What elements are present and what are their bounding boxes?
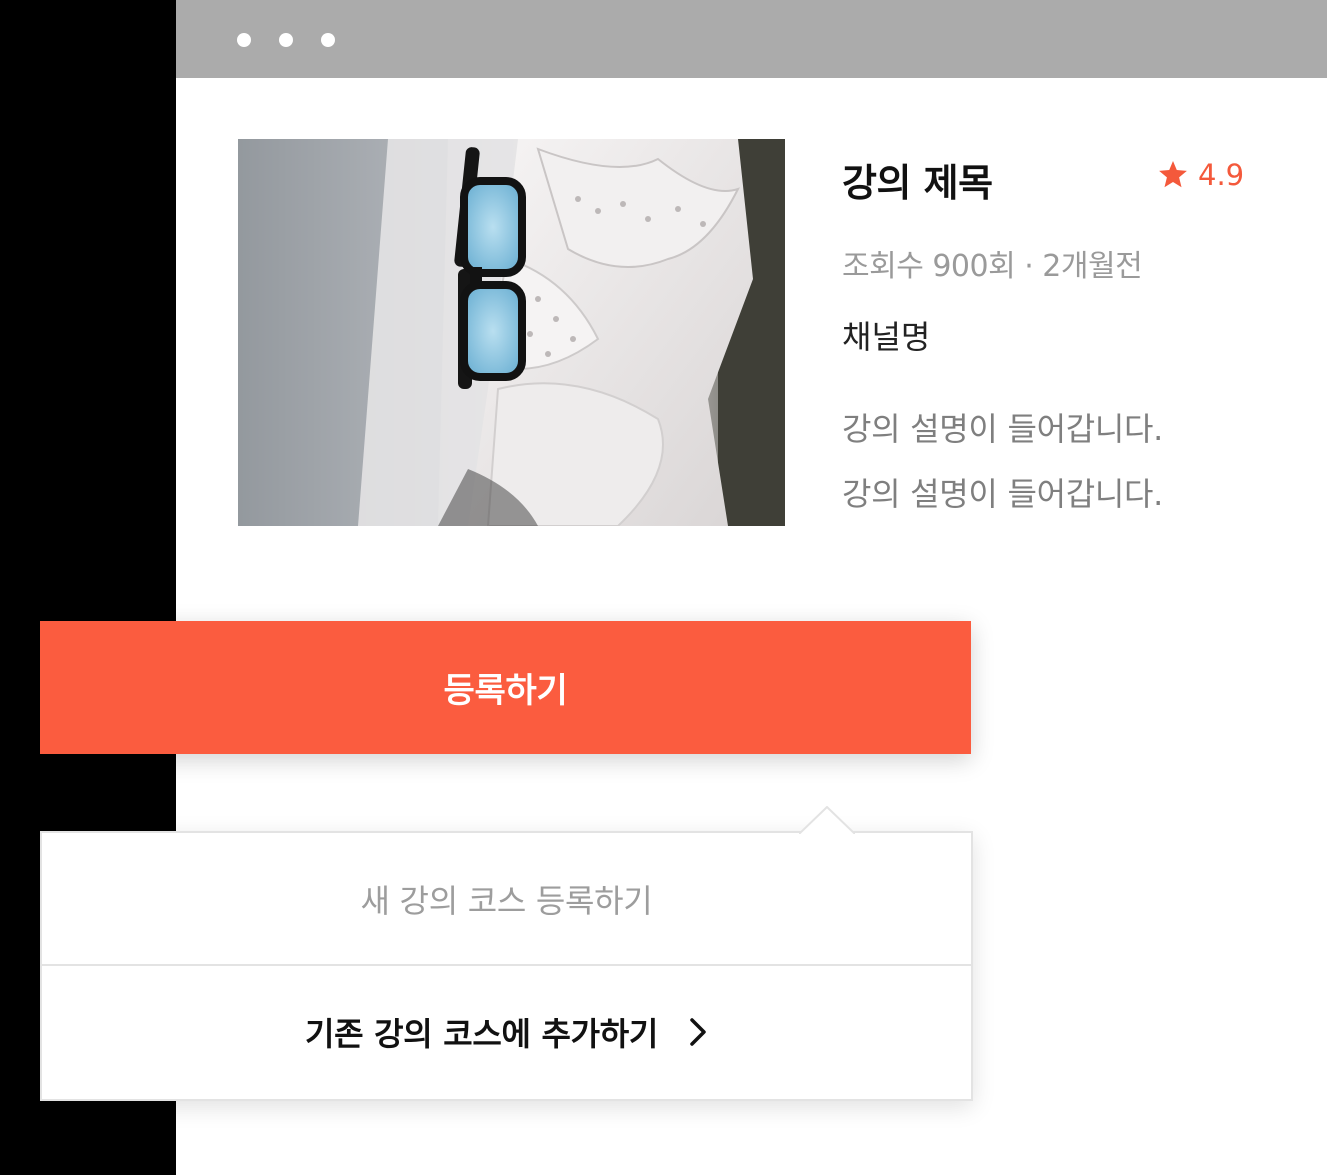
dropdown-caret [799,806,855,834]
menu-item-label: 기존 강의 코스에 추가하기 [304,1014,659,1053]
menu-item-new-course[interactable]: 새 강의 코스 등록하기 [42,833,971,964]
window-dot-icon [237,33,251,47]
channel-name[interactable]: 채널명 [842,312,930,358]
menu-item-label: 새 강의 코스 등록하기 [360,881,653,920]
lecture-thumbnail[interactable] [238,139,785,526]
window-dot-icon [279,33,293,47]
chevron-right-icon [688,1017,708,1047]
lecture-title[interactable]: 강의 제목 [842,152,993,207]
description-line: 강의 설명이 들어갑니다. [842,475,1164,513]
rating: 4.9 [1158,158,1244,192]
menu-item-existing-course[interactable]: 기존 강의 코스에 추가하기 [42,966,971,1097]
register-button[interactable]: 등록하기 [40,621,971,754]
star-icon [1159,161,1187,188]
register-dropdown-menu: 새 강의 코스 등록하기 기존 강의 코스에 추가하기 [40,806,973,1101]
lecture-meta: 조회수 900회 · 2개월전 [842,249,1143,284]
window-dot-icon [321,33,335,47]
lecture-description: 강의 설명이 들어갑니다. 강의 설명이 들어갑니다. [842,397,1163,527]
window-titlebar [176,0,1327,78]
description-line: 강의 설명이 들어갑니다. [842,410,1164,448]
rating-value: 4.9 [1198,158,1245,192]
